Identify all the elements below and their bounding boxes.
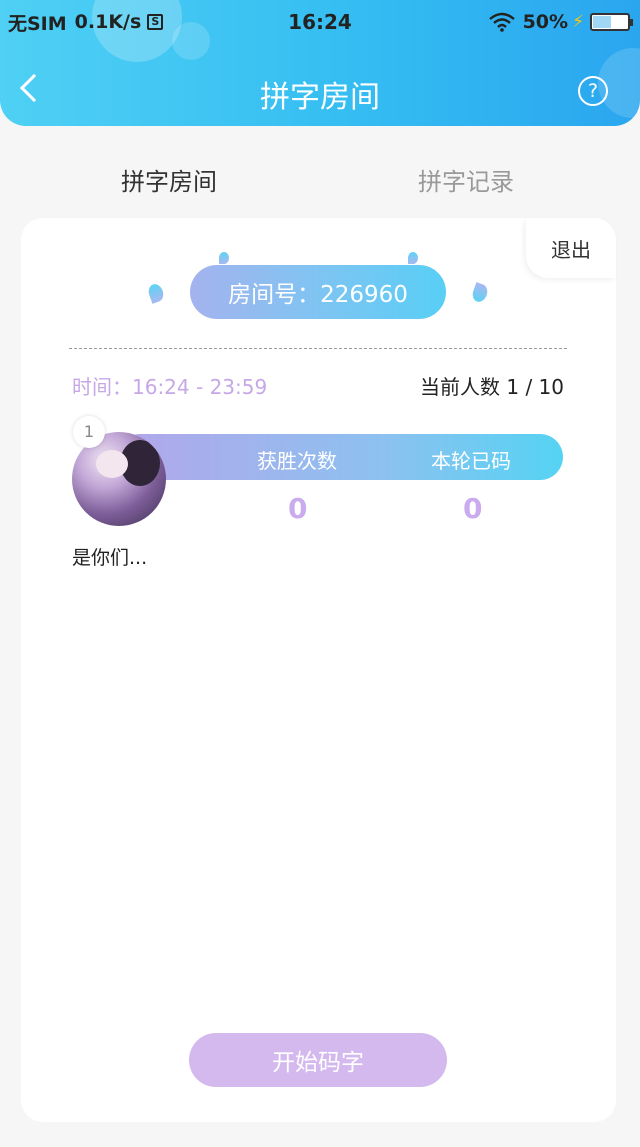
drop-decor-icon [146,282,166,304]
player-name: 是你们... [72,547,148,569]
player-stats-bar: 获胜次数 本轮已码 [117,434,563,480]
divider [69,348,567,349]
exit-button[interactable]: 退出 [526,218,616,278]
avatar-face [96,450,128,478]
drop-decor-icon [408,252,418,264]
wifi-icon [488,12,515,32]
typed-value: 0 [463,492,483,525]
drop-decor-icon [470,282,490,304]
battery-fill [593,16,611,28]
status-right: 50% ⚡ [488,8,633,36]
drop-decor-icon [219,252,229,264]
page-title: 拼字房间 [260,80,380,115]
rank-badge: 1 [73,416,105,448]
charging-bolt-icon: ⚡ [572,12,584,32]
typed-header: 本轮已码 [431,449,511,473]
room-card: 退出 房间号：226960 时间：16:24 - 23:59 当前人数 1 / … [21,218,616,1122]
wins-value: 0 [288,492,308,525]
start-typing-button[interactable]: 开始码字 [189,1033,447,1087]
room-number-badge: 房间号：226960 [190,265,446,319]
room-time: 时间：16:24 - 23:59 [72,375,268,399]
tab-spell-room[interactable]: 拼字房间 [121,162,217,197]
app-header: 无SIM 0.1K/s S 16:24 50% ⚡ 拼字房间 ? [0,0,640,126]
battery-percent: 50% [522,11,569,33]
help-button[interactable]: ? [578,76,608,106]
tab-spell-record[interactable]: 拼字记录 [418,162,514,197]
wins-header: 获胜次数 [257,449,337,473]
battery-icon [590,13,633,31]
question-mark-icon: ? [587,80,599,102]
player-count: 当前人数 1 / 10 [420,375,564,399]
